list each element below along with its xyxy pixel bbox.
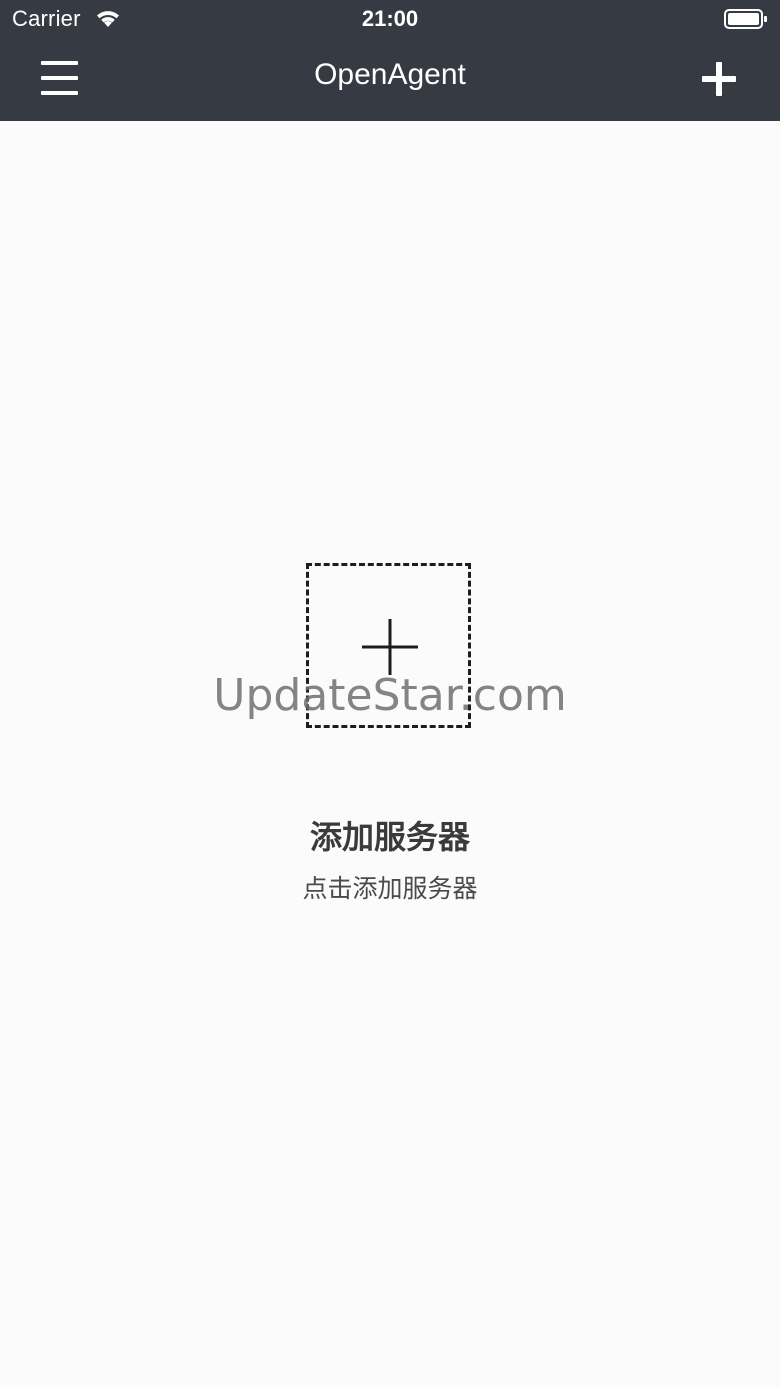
battery-full-icon (724, 9, 768, 29)
top-bar: Carrier 21:00 OpenAgent (0, 0, 780, 121)
page-title: OpenAgent (314, 58, 466, 91)
add-server-placeholder-button[interactable] (306, 563, 471, 728)
status-time: 21:00 (361, 6, 419, 31)
add-server-button[interactable] (694, 54, 744, 104)
app-screen: Carrier 21:00 OpenAgent UpdateStar.com 添… (0, 0, 780, 1387)
plus-icon (362, 619, 418, 675)
empty-state-title: 添加服务器 (309, 818, 470, 856)
empty-state-subtitle[interactable]: 点击添加服务器 (0, 869, 780, 905)
plus-icon (702, 62, 736, 96)
